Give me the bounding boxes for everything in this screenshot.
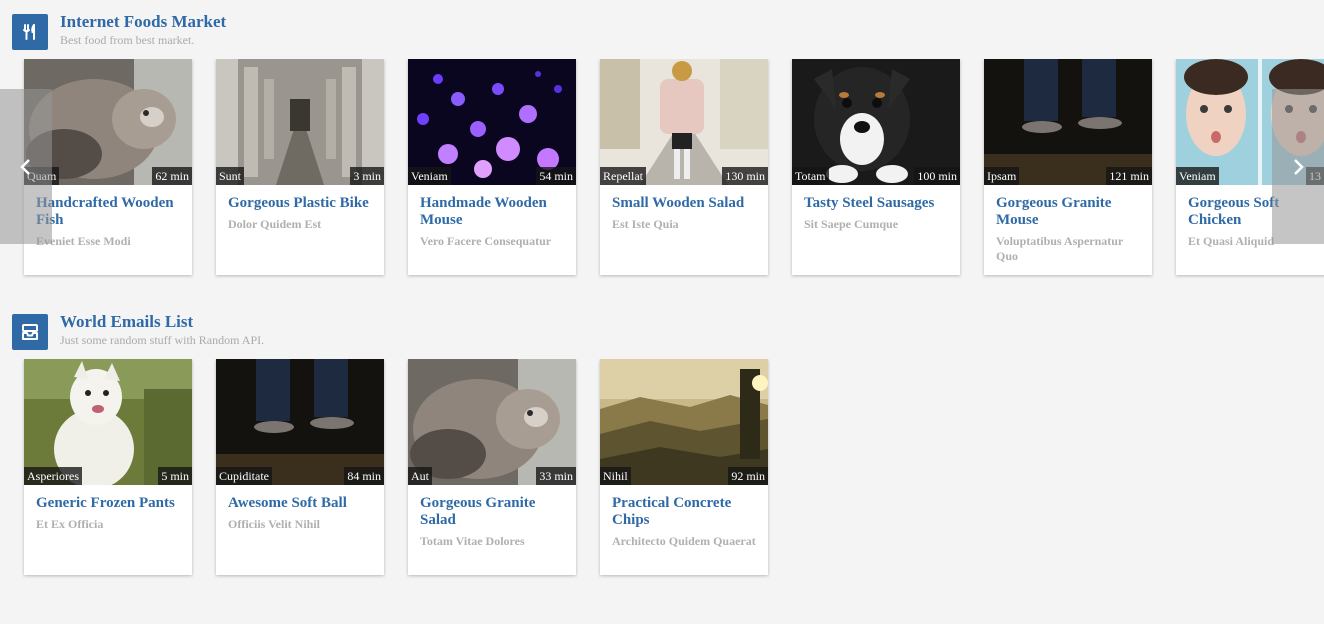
card-title[interactable]: Gorgeous Plastic Bike bbox=[228, 195, 372, 212]
card-duration: 54 min bbox=[536, 167, 576, 185]
card[interactable]: Totam 100 min Tasty Steel Sausages Sit S… bbox=[792, 59, 960, 275]
card-tag: Repellat bbox=[600, 167, 646, 185]
chevron-left-icon bbox=[20, 158, 30, 175]
inbox-icon bbox=[12, 314, 48, 350]
card-subtitle: Est Iste Quia bbox=[612, 217, 679, 231]
carousel-prev-button[interactable] bbox=[0, 89, 52, 244]
card-tag: Nihil bbox=[600, 467, 631, 485]
card-title[interactable]: Small Wooden Salad bbox=[612, 195, 756, 212]
card-title[interactable]: Generic Frozen Pants bbox=[36, 495, 180, 512]
section-subtitle: Best food from best market. bbox=[60, 33, 195, 47]
card-tag: Sunt bbox=[216, 167, 245, 185]
card-title[interactable]: Practical Concrete Chips bbox=[612, 495, 756, 529]
woman-in-coat-photo: Repellat 130 min bbox=[600, 59, 768, 185]
card-subtitle: Voluptatibus Aspernatur Quo bbox=[996, 234, 1124, 263]
card-tag: Totam bbox=[792, 167, 829, 185]
card-tag: Veniam bbox=[1176, 167, 1219, 185]
card[interactable]: Sunt 3 min Gorgeous Plastic Bike Dolor Q… bbox=[216, 59, 384, 275]
card-duration: 62 min bbox=[152, 167, 192, 185]
card-title[interactable]: Handmade Wooden Mouse bbox=[420, 195, 564, 229]
card-duration: 3 min bbox=[350, 167, 384, 185]
chevron-right-icon bbox=[1294, 158, 1304, 175]
card[interactable]: Nihil 92 min Practical Concrete Chips Ar… bbox=[600, 359, 768, 575]
card-duration: 100 min bbox=[914, 167, 960, 185]
card-duration: 5 min bbox=[158, 467, 192, 485]
card-subtitle: Officiis Velit Nihil bbox=[228, 517, 321, 531]
card-subtitle: Vero Facere Consequatur bbox=[420, 234, 552, 248]
card-title[interactable]: Gorgeous Granite Salad bbox=[420, 495, 564, 529]
card-tag: Aut bbox=[408, 467, 432, 485]
section-title: Internet Foods Market bbox=[60, 12, 227, 31]
card-duration: 121 min bbox=[1106, 167, 1152, 185]
landscape-photo: Nihil 92 min bbox=[600, 359, 768, 485]
card-tag: Cupiditate bbox=[216, 467, 272, 485]
feet-photo: Ipsam 121 min bbox=[984, 59, 1152, 185]
card-duration: 130 min bbox=[722, 167, 768, 185]
card-tag: Asperiores bbox=[24, 467, 82, 485]
card-title[interactable]: Awesome Soft Ball bbox=[228, 495, 372, 512]
card-tag: Veniam bbox=[408, 167, 451, 185]
carousel-next-button[interactable] bbox=[1272, 89, 1324, 244]
section-title: World Emails List bbox=[60, 312, 194, 331]
card[interactable]: Cupiditate 84 min Awesome Soft Ball Offi… bbox=[216, 359, 384, 575]
feet-photo: Cupiditate 84 min bbox=[216, 359, 384, 485]
fiber-optic-photo: Veniam 54 min bbox=[408, 59, 576, 185]
card[interactable]: Repellat 130 min Small Wooden Salad Est … bbox=[600, 59, 768, 275]
colonnade-photo: Sunt 3 min bbox=[216, 59, 384, 185]
card-subtitle: Architecto Quidem Quaerat bbox=[612, 534, 756, 548]
card-carousel: Quam 62 min Handcrafted Wooden Fish Even… bbox=[0, 59, 1324, 289]
puppy-photo: Totam 100 min bbox=[792, 59, 960, 185]
card-title[interactable]: Gorgeous Granite Mouse bbox=[996, 195, 1140, 229]
card-subtitle: Eveniet Esse Modi bbox=[36, 234, 131, 248]
card-title[interactable]: Tasty Steel Sausages bbox=[804, 195, 948, 212]
section-subtitle: Just some random stuff with Random API. bbox=[60, 333, 265, 347]
card[interactable]: Asperiores 5 min Generic Frozen Pants Et… bbox=[24, 359, 192, 575]
card-duration: 92 min bbox=[728, 467, 768, 485]
cat-photo: Aut 33 min bbox=[408, 359, 576, 485]
card-subtitle: Totam Vitae Dolores bbox=[420, 534, 525, 548]
card-tag: Ipsam bbox=[984, 167, 1020, 185]
white-dog-photo: Asperiores 5 min bbox=[24, 359, 192, 485]
card[interactable]: Aut 33 min Gorgeous Granite Salad Totam … bbox=[408, 359, 576, 575]
card-subtitle: Dolor Quidem Est bbox=[228, 217, 322, 231]
card[interactable]: Veniam 54 min Handmade Wooden Mouse Vero… bbox=[408, 59, 576, 275]
utensils-icon bbox=[12, 14, 48, 50]
card-duration: 84 min bbox=[344, 467, 384, 485]
card-subtitle: Et Ex Officia bbox=[36, 517, 104, 531]
card-duration: 33 min bbox=[536, 467, 576, 485]
card-title[interactable]: Handcrafted Wooden Fish bbox=[36, 195, 180, 229]
card-subtitle: Sit Saepe Cumque bbox=[804, 217, 899, 231]
card[interactable]: Ipsam 121 min Gorgeous Granite Mouse Vol… bbox=[984, 59, 1152, 275]
card-grid: Asperiores 5 min Generic Frozen Pants Et… bbox=[0, 359, 1324, 589]
